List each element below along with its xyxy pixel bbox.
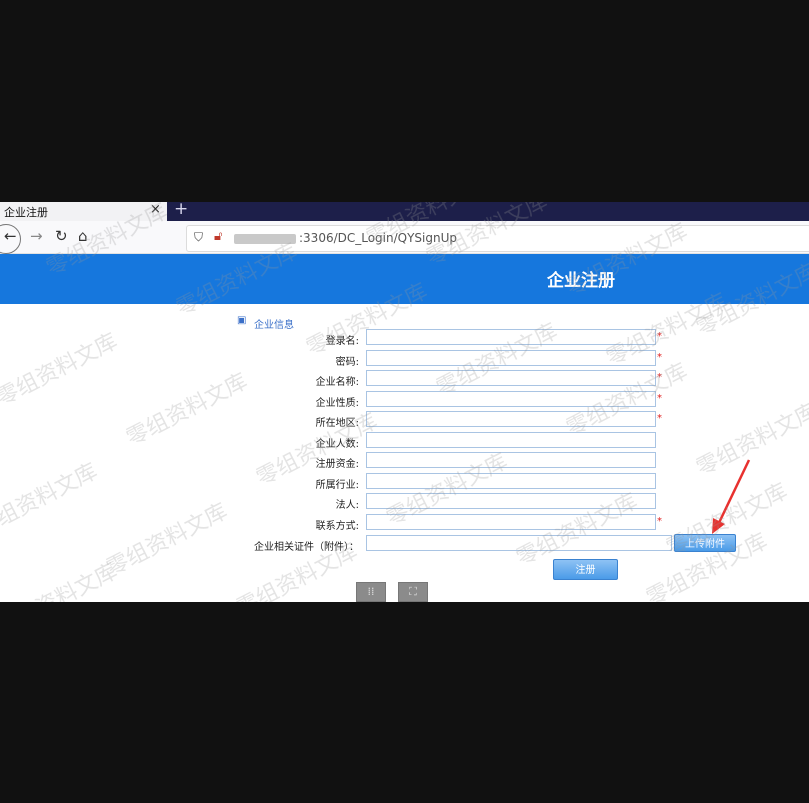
form-row: 密码: *: [0, 350, 809, 368]
attachment-path-field[interactable]: [366, 535, 672, 551]
close-icon[interactable]: ×: [150, 202, 161, 217]
field-label: 法人:: [335, 500, 359, 511]
redacted-host: [234, 234, 296, 244]
form-input[interactable]: [366, 350, 656, 366]
form-row: 法人:: [0, 493, 809, 511]
browser-screenshot: 企业注册 × + ← → ↻ ⌂ ⛉ 🔓︎ :3306/DC_Login/QYS…: [0, 202, 809, 602]
field-label: 所在地区:: [315, 418, 359, 429]
form-input[interactable]: [366, 411, 656, 427]
attachment-label: 企业相关证件（附件）：: [254, 542, 359, 553]
required-asterisk: *: [657, 413, 662, 424]
insecure-lock-icon[interactable]: 🔓︎: [214, 229, 222, 244]
field-label: 登录名:: [325, 336, 359, 347]
register-button[interactable]: 注册: [553, 559, 618, 580]
form-input[interactable]: [366, 452, 656, 468]
form-row: 企业性质: *: [0, 391, 809, 409]
nav-bar: ← → ↻ ⌂ ⛉ 🔓︎ :3306/DC_Login/QYSignUp: [0, 221, 809, 254]
home-icon[interactable]: ⌂: [78, 227, 88, 245]
tab-strip: 企业注册 × +: [0, 202, 809, 221]
reload-icon[interactable]: ↻: [55, 227, 68, 245]
form-row: 登录名: *: [0, 329, 809, 347]
back-icon[interactable]: ←: [4, 227, 17, 245]
field-label: 联系方式:: [315, 521, 359, 532]
field-label: 企业性质:: [315, 398, 359, 409]
field-label: 企业名称:: [315, 377, 359, 388]
page-title: 企业注册: [547, 271, 615, 291]
form-row: 企业人数:: [0, 432, 809, 450]
upload-attachment-button[interactable]: 上传附件: [674, 534, 736, 552]
field-label: 所属行业:: [315, 480, 359, 491]
form-row: 所在地区: *: [0, 411, 809, 429]
page-banner: 企业注册: [0, 254, 809, 304]
field-label: 企业人数:: [315, 439, 359, 450]
forward-icon[interactable]: →: [30, 227, 43, 245]
tab-title: 企业注册: [4, 206, 48, 219]
form-row: 联系方式: *: [0, 514, 809, 532]
field-label: 注册资金:: [315, 459, 359, 470]
field-label: 密码:: [335, 357, 359, 368]
required-asterisk: *: [657, 352, 662, 363]
form-row: 注册资金:: [0, 452, 809, 470]
form-row: 所属行业:: [0, 473, 809, 491]
fullscreen-control[interactable]: ⛶: [398, 582, 428, 602]
info-icon: ▣: [237, 315, 247, 326]
form-input[interactable]: [366, 514, 656, 530]
required-asterisk: *: [657, 372, 662, 383]
required-asterisk: *: [657, 393, 662, 404]
url-text: :3306/DC_Login/QYSignUp: [299, 231, 458, 245]
required-asterisk: *: [657, 331, 662, 342]
form-input[interactable]: [366, 391, 656, 407]
shield-icon[interactable]: ⛉: [194, 230, 203, 245]
watermark-text: 零组资料文库: [0, 559, 122, 602]
new-tab-icon[interactable]: +: [174, 202, 188, 219]
required-asterisk: *: [657, 516, 662, 527]
form-input[interactable]: [366, 370, 656, 386]
browser-tab[interactable]: 企业注册 ×: [0, 202, 167, 221]
address-bar[interactable]: ⛉ 🔓︎ :3306/DC_Login/QYSignUp: [186, 225, 809, 252]
form-input[interactable]: [366, 473, 656, 489]
form-input[interactable]: [366, 329, 656, 345]
page-nav-control[interactable]: ⁞⁞: [356, 582, 386, 602]
form-row: 企业名称: *: [0, 370, 809, 388]
form-input[interactable]: [366, 432, 656, 448]
form-input[interactable]: [366, 493, 656, 509]
